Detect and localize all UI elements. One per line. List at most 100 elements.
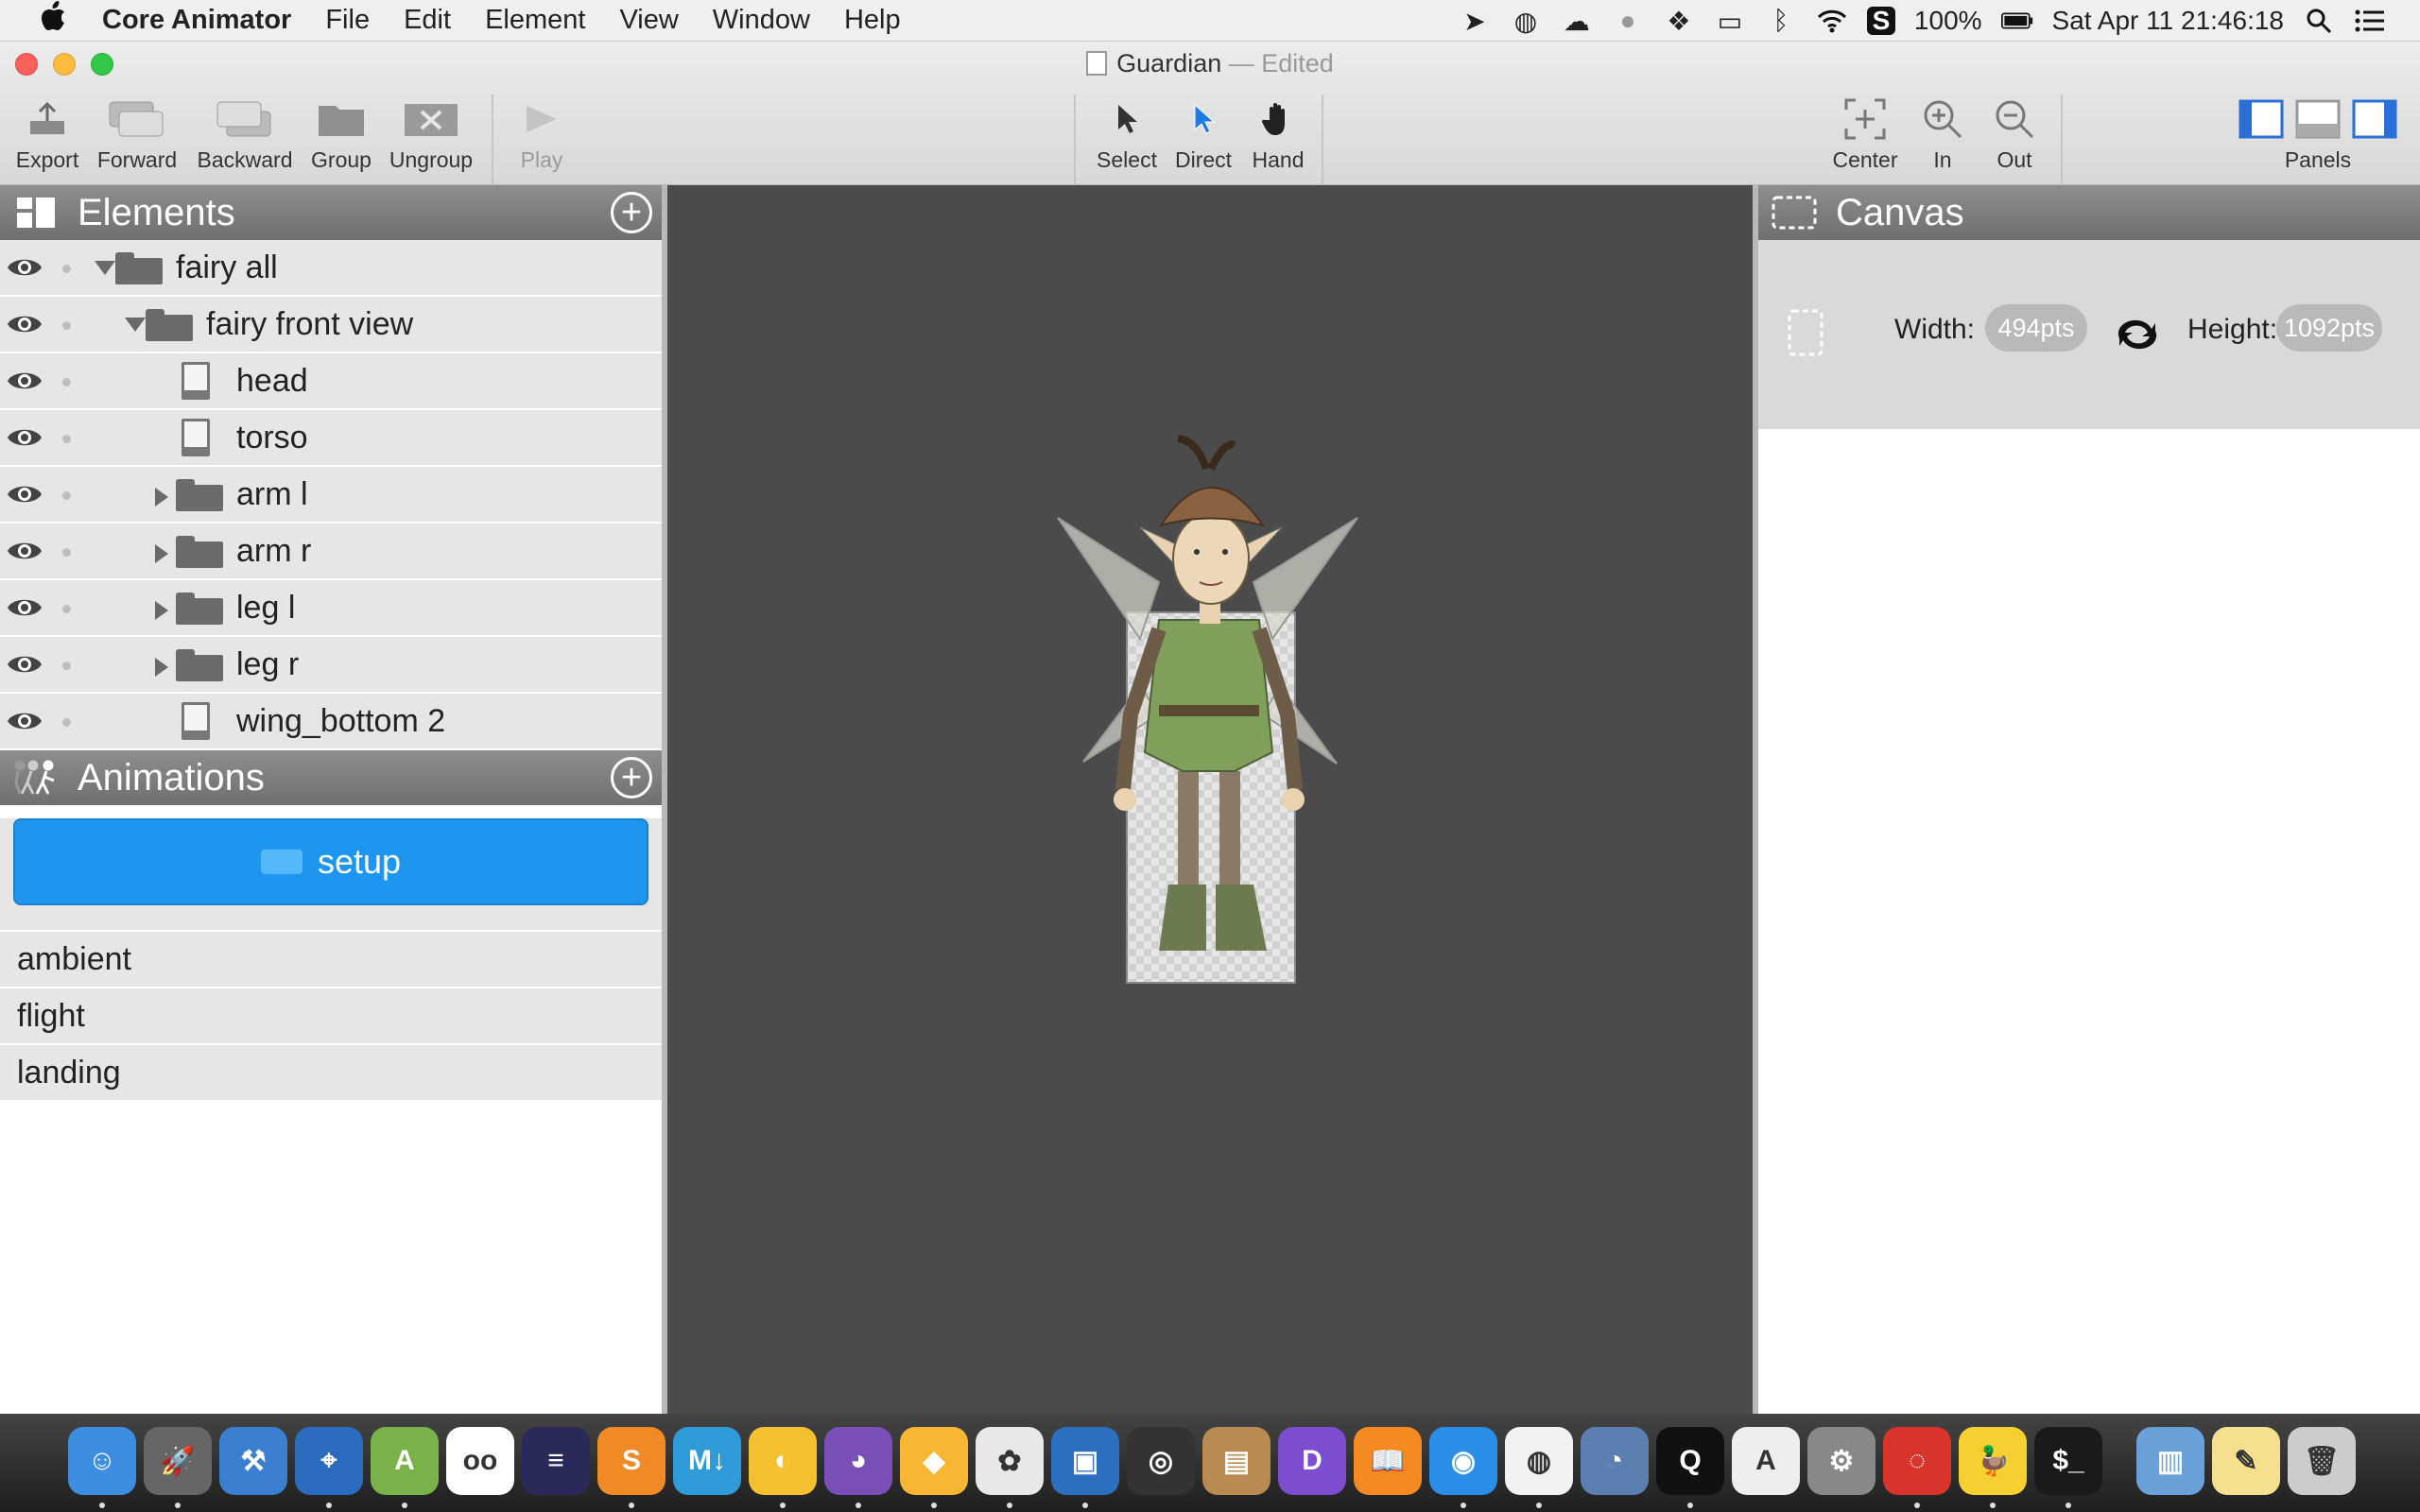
send-icon[interactable]: ➤ bbox=[1459, 7, 1491, 36]
app-menu[interactable]: Core Animator bbox=[102, 5, 291, 36]
direct-tool-button[interactable]: Direct bbox=[1165, 91, 1242, 173]
element-row[interactable]: fairy front view bbox=[0, 297, 662, 353]
disclosure-expanded-icon[interactable] bbox=[125, 318, 146, 332]
visibility-eye-icon[interactable] bbox=[6, 707, 43, 735]
menu-window[interactable]: Window bbox=[713, 5, 810, 36]
github-icon[interactable]: ◕ bbox=[824, 1427, 892, 1495]
group-button[interactable]: Group bbox=[306, 91, 376, 173]
android-studio-icon[interactable]: A bbox=[371, 1427, 439, 1495]
disclosure-collapsed-icon[interactable] bbox=[155, 488, 168, 507]
markdown-icon[interactable]: M↓ bbox=[673, 1427, 741, 1495]
trash-icon[interactable]: 🗑 bbox=[2288, 1427, 2356, 1495]
element-row[interactable]: torso bbox=[0, 410, 662, 467]
menu-edit[interactable]: Edit bbox=[404, 5, 451, 36]
disclosure-collapsed-icon[interactable] bbox=[155, 544, 168, 563]
menu-element[interactable]: Element bbox=[485, 5, 585, 36]
lock-dot-icon[interactable] bbox=[62, 605, 71, 613]
visibility-eye-icon[interactable] bbox=[6, 537, 43, 565]
dash-icon[interactable]: D bbox=[1278, 1427, 1346, 1495]
menu-view[interactable]: View bbox=[619, 5, 678, 36]
terminal-icon[interactable]: $_ bbox=[2034, 1427, 2102, 1495]
element-row[interactable]: fairy all bbox=[0, 240, 662, 297]
yummy-icon[interactable]: ◐ bbox=[749, 1427, 817, 1495]
element-row[interactable]: head bbox=[0, 353, 662, 410]
flickr-icon[interactable]: oo bbox=[446, 1427, 514, 1495]
select-tool-button[interactable]: Select bbox=[1089, 91, 1165, 173]
backward-button[interactable]: Backward bbox=[193, 91, 297, 173]
menu-help[interactable]: Help bbox=[844, 5, 901, 36]
visibility-eye-icon[interactable] bbox=[6, 367, 43, 395]
battery-icon[interactable] bbox=[2000, 7, 2033, 35]
wifi-icon[interactable] bbox=[1816, 7, 1848, 35]
disclosure-collapsed-icon[interactable] bbox=[155, 601, 168, 620]
fairy-icon[interactable]: ✿ bbox=[976, 1427, 1044, 1495]
disclosure-collapsed-icon[interactable] bbox=[155, 658, 168, 677]
s-app-icon[interactable]: S bbox=[1866, 6, 1895, 35]
ungroup-button[interactable]: Ungroup bbox=[384, 91, 478, 173]
qq-icon[interactable]: Q bbox=[1656, 1427, 1724, 1495]
globe-icon[interactable]: ◍ bbox=[1510, 7, 1542, 36]
disclosure-expanded-icon[interactable] bbox=[95, 261, 115, 275]
eclipse-icon[interactable]: ≡ bbox=[522, 1427, 590, 1495]
fairy-artwork[interactable] bbox=[667, 185, 1753, 1414]
finder-icon[interactable]: ☺ bbox=[68, 1427, 136, 1495]
xcode-icon[interactable]: ⚒ bbox=[219, 1427, 287, 1495]
width-field[interactable]: 494pts bbox=[1985, 304, 2087, 352]
visibility-eye-icon[interactable] bbox=[6, 310, 43, 338]
play-button[interactable]: Play bbox=[510, 91, 573, 173]
spotlight-search-icon[interactable] bbox=[2303, 7, 2335, 35]
lock-dot-icon[interactable] bbox=[62, 662, 71, 670]
cloud-icon[interactable]: ☁ bbox=[1561, 7, 1593, 36]
instruments-icon[interactable]: ⌖ bbox=[295, 1427, 363, 1495]
preview-icon[interactable]: ▣ bbox=[1051, 1427, 1119, 1495]
lock-dot-icon[interactable] bbox=[62, 265, 71, 273]
visibility-eye-icon[interactable] bbox=[6, 650, 43, 679]
height-field[interactable]: 1092pts bbox=[2276, 304, 2382, 352]
animation-setup-button[interactable]: setup bbox=[13, 818, 648, 905]
sublime-text-icon[interactable]: S bbox=[597, 1427, 666, 1495]
netease-music-icon[interactable]: ◌ bbox=[1883, 1427, 1951, 1495]
launchpad-icon[interactable]: 🚀 bbox=[144, 1427, 212, 1495]
document-icon[interactable]: ✎ bbox=[2212, 1427, 2280, 1495]
add-element-button[interactable]: + bbox=[611, 192, 652, 233]
element-row[interactable]: leg l bbox=[0, 580, 662, 637]
lock-dot-icon[interactable] bbox=[62, 378, 71, 387]
bluetooth-icon[interactable]: ᛒ bbox=[1765, 6, 1797, 35]
export-button[interactable]: Export bbox=[9, 91, 85, 173]
visibility-eye-icon[interactable] bbox=[6, 480, 43, 508]
forward-button[interactable]: Forward bbox=[91, 91, 183, 173]
animation-item-ambient[interactable]: ambient bbox=[0, 932, 662, 988]
element-row[interactable]: wing_bottom 2 bbox=[0, 694, 662, 750]
screenshot-icon[interactable]: ▥ bbox=[2136, 1427, 2204, 1495]
lock-dot-icon[interactable] bbox=[62, 491, 71, 500]
hand-tool-button[interactable]: Hand bbox=[1242, 91, 1314, 173]
dropbox-icon[interactable]: ❖ bbox=[1663, 7, 1695, 36]
visibility-eye-icon[interactable] bbox=[6, 423, 43, 452]
animation-item-flight[interactable]: flight bbox=[0, 988, 662, 1045]
safari-icon[interactable]: ◉ bbox=[1429, 1427, 1497, 1495]
visibility-eye-icon[interactable] bbox=[6, 593, 43, 622]
apple-menu-icon[interactable] bbox=[25, 0, 81, 41]
safari-web-inspector-icon[interactable]: ◎ bbox=[1127, 1427, 1195, 1495]
canvas-stage[interactable] bbox=[667, 185, 1753, 1414]
notification-center-icon[interactable] bbox=[2354, 7, 2386, 35]
menu-file[interactable]: File bbox=[325, 5, 370, 36]
add-animation-button[interactable]: + bbox=[611, 757, 652, 799]
cyberduck-icon[interactable]: 🦆 bbox=[1959, 1427, 2027, 1495]
panels-button[interactable]: Panels bbox=[2233, 91, 2403, 173]
airplay-icon[interactable]: ▭ bbox=[1714, 7, 1746, 36]
lock-dot-icon[interactable] bbox=[62, 321, 71, 330]
qq-status-icon[interactable]: ● bbox=[1612, 6, 1644, 35]
system-preferences-icon[interactable]: ⚙ bbox=[1807, 1427, 1876, 1495]
visibility-eye-icon[interactable] bbox=[6, 253, 43, 282]
sketch-icon[interactable]: ◆ bbox=[900, 1427, 968, 1495]
swap-dimensions-icon[interactable] bbox=[2112, 318, 2163, 352]
animation-item-landing[interactable]: landing bbox=[0, 1045, 662, 1102]
zoom-in-button[interactable]: In bbox=[1911, 91, 1974, 173]
ibooks-icon[interactable]: 📖 bbox=[1354, 1427, 1422, 1495]
lock-dot-icon[interactable] bbox=[62, 548, 71, 557]
center-button[interactable]: Center bbox=[1824, 91, 1906, 173]
element-row[interactable]: arm r bbox=[0, 524, 662, 580]
font-icon[interactable]: A bbox=[1732, 1427, 1800, 1495]
clock[interactable]: Sat Apr 11 21:46:18 bbox=[2052, 6, 2284, 36]
